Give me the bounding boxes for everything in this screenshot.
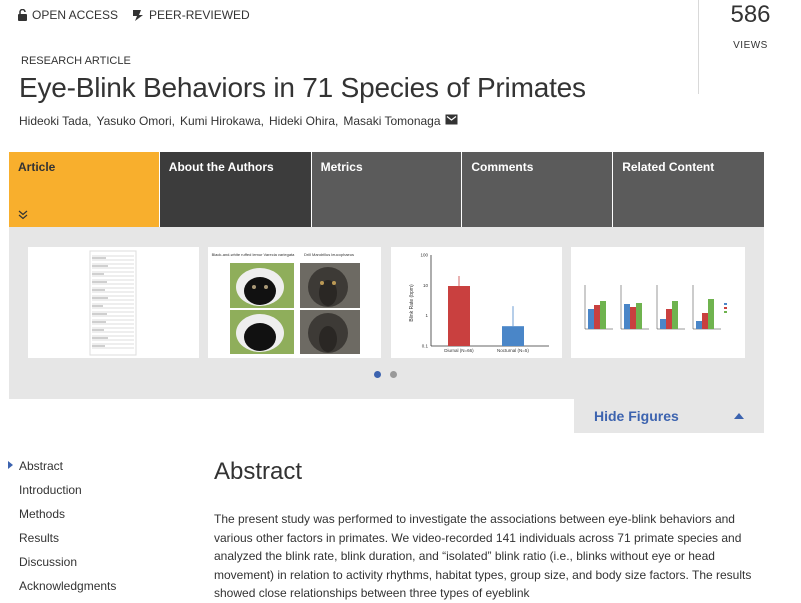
open-access-badge[interactable]: OPEN ACCESS [18, 8, 118, 22]
blink-rate-chart: Blink Rate (bpm) 100 10 1 0.1 Diurnal (N=66… [409, 253, 549, 353]
toc-item-abstract[interactable]: Abstract [19, 458, 116, 482]
x-tick-label: Nocturnal (N=5) [497, 348, 529, 353]
tab-about-authors[interactable]: About the Authors [159, 152, 311, 227]
article-title: Eye-Blink Behaviors in 71 Species of Pri… [19, 72, 586, 103]
bar [502, 326, 524, 346]
views-count: 586 [730, 1, 771, 28]
toc-item-discussion[interactable]: Discussion [19, 554, 116, 578]
active-section-marker-icon [8, 461, 13, 469]
tab-metrics[interactable]: Metrics [311, 152, 462, 227]
toc-item-introduction[interactable]: Introduction [19, 482, 116, 506]
double-chevron-down-icon [18, 209, 28, 223]
open-access-label: OPEN ACCESS [32, 8, 119, 22]
tab-label: About the Authors [168, 160, 274, 174]
triangle-up-icon [734, 413, 744, 419]
figure-carousel: Black-and-white ruffed lemur Varecia var… [9, 227, 764, 399]
toc-item-methods[interactable]: Methods [19, 506, 116, 530]
author-list: Hideoki Tada, Yasuko Omori, Kumi Hirokaw… [19, 114, 458, 128]
bar [448, 286, 470, 346]
figure-thumbnail-table[interactable] [28, 247, 199, 358]
figure-thumbnail-grouped-charts[interactable] [571, 247, 745, 358]
figure-thumbnail-blink-rate-chart[interactable]: Blink Rate (bpm) 100 10 1 0.1 Diurnal (N=66… [391, 247, 562, 358]
peer-reviewed-label: PEER-REVIEWED [149, 8, 250, 22]
carousel-pagination [374, 371, 397, 378]
tab-comments[interactable]: Comments [462, 152, 613, 227]
figure-thumbnail-photos[interactable]: Black-and-white ruffed lemur Varecia var… [208, 247, 381, 358]
author-link[interactable]: Masaki Tomonaga [343, 114, 440, 128]
email-icon[interactable] [445, 114, 458, 128]
hide-figures-button[interactable]: Hide Figures [574, 399, 764, 433]
carousel-dot-2[interactable] [390, 371, 397, 378]
views-counter: 586 VIEWS [698, 0, 801, 94]
access-badges: OPEN ACCESS PEER-REVIEWED [18, 8, 250, 22]
article-tabs: Article About the Authors Metrics Commen… [9, 152, 764, 232]
x-tick-label: Diurnal (N=66) [444, 348, 474, 353]
article-toc: Abstract Introduction Methods Results Di… [8, 458, 116, 602]
y-tick-label: 10 [423, 283, 429, 288]
tab-label: Article [18, 160, 56, 174]
views-label: VIEWS [733, 40, 768, 51]
carousel-dot-1[interactable] [374, 371, 381, 378]
peer-reviewed-badge[interactable]: PEER-REVIEWED [132, 8, 250, 22]
open-lock-icon [18, 9, 27, 21]
abstract-text: The present study was performed to inves… [214, 512, 752, 600]
y-tick-label: 0.1 [422, 344, 429, 349]
toc-item-results[interactable]: Results [19, 530, 116, 554]
y-tick-label: 100 [420, 253, 428, 258]
author-link[interactable]: Yasuko Omori, [97, 114, 175, 128]
article-type: RESEARCH ARTICLE [21, 55, 131, 67]
author-link[interactable]: Kumi Hirokawa, [180, 114, 264, 128]
tab-related-content[interactable]: Related Content [613, 152, 764, 227]
tab-label: Related Content [622, 160, 715, 174]
author-link[interactable]: Hideki Ohira, [269, 114, 338, 128]
hide-figures-label: Hide Figures [594, 408, 679, 424]
photo-label-left: Black-and-white ruffed lemur Varecia var… [212, 252, 296, 257]
y-tick-label: 1 [425, 313, 428, 318]
toc-item-acknowledgments[interactable]: Acknowledgments [19, 578, 116, 602]
photo-label-right: Drill Mandrillus leucophaeus [304, 252, 354, 257]
peer-reviewed-icon [132, 9, 144, 22]
tab-label: Metrics [320, 160, 363, 174]
author-link[interactable]: Hideoki Tada, [19, 114, 92, 128]
y-axis-label: Blink Rate (bpm) [409, 284, 415, 322]
tab-article[interactable]: Article [9, 152, 159, 232]
tab-label: Comments [471, 160, 534, 174]
abstract-heading: Abstract [214, 458, 303, 485]
